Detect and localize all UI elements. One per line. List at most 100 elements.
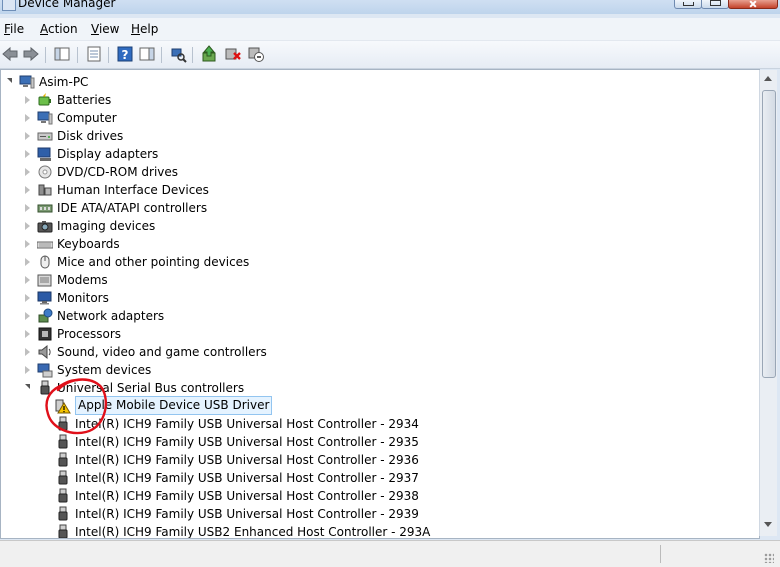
- computer-icon: [19, 74, 35, 90]
- update-driver-button[interactable]: [200, 45, 218, 63]
- expand-arrow-icon[interactable]: [25, 240, 30, 248]
- expand-arrow-icon[interactable]: [25, 312, 30, 320]
- status-separator: [660, 545, 661, 563]
- tree-node[interactable]: Monitors: [1, 289, 757, 307]
- show-action-pane-icon: [138, 47, 156, 66]
- tree-node-label: Keyboards: [57, 237, 120, 251]
- expand-arrow-icon[interactable]: [25, 258, 30, 266]
- collapse-arrow-icon[interactable]: [25, 384, 30, 389]
- tree-node[interactable]: Mice and other pointing devices: [1, 253, 757, 271]
- tree-node-label: IDE ATA/ATAPI controllers: [57, 201, 208, 215]
- collapse-arrow-icon[interactable]: [7, 78, 12, 83]
- tree-node-label: DVD/CD-ROM drives: [57, 165, 179, 179]
- tree-node[interactable]: IDE ATA/ATAPI controllers: [1, 199, 757, 217]
- scan-hardware-changes-button[interactable]: [169, 45, 187, 63]
- scroll-down-icon[interactable]: [764, 522, 772, 527]
- tree-node-label: Intel(R) ICH9 Family USB Universal Host …: [75, 417, 419, 431]
- show-hide-console-tree-icon: [53, 47, 71, 66]
- window-title: Device Manager: [18, 0, 116, 10]
- expand-arrow-icon[interactable]: [25, 348, 30, 356]
- title-bar: Device Manager: [0, 0, 780, 14]
- toolbar-separator: [192, 47, 193, 63]
- warning-icon: [55, 398, 71, 414]
- menu-action[interactable]: Action: [40, 22, 78, 36]
- tree-node-label: System devices: [57, 363, 152, 377]
- device-tree[interactable]: Asim-PC Batteries Computer Disk drives Displ…: [0, 69, 760, 539]
- usb-plug-icon: [55, 416, 71, 432]
- minimize-icon: [683, 2, 694, 6]
- menu-view[interactable]: View: [91, 22, 119, 36]
- scrollbar-thumb[interactable]: [762, 90, 776, 378]
- tree-node[interactable]: Keyboards: [1, 235, 757, 253]
- tree-node[interactable]: Network adapters: [1, 307, 757, 325]
- expand-arrow-icon[interactable]: [25, 222, 30, 230]
- scroll-up-icon[interactable]: [764, 76, 772, 81]
- show-hide-console-tree-button[interactable]: [53, 45, 71, 63]
- show-action-pane-button[interactable]: [138, 45, 156, 63]
- help-button[interactable]: ?: [116, 45, 134, 63]
- tree-node[interactable]: Disk drives: [1, 127, 757, 145]
- minimize-button[interactable]: [674, 0, 702, 9]
- menu-help[interactable]: Help: [131, 22, 158, 36]
- tree-node[interactable]: Sound, video and game controllers: [1, 343, 757, 361]
- tree-node-label: Intel(R) ICH9 Family USB Universal Host …: [75, 489, 419, 503]
- usb-plug-icon: [55, 506, 71, 522]
- tree-node[interactable]: System devices: [1, 361, 757, 379]
- expand-arrow-icon[interactable]: [25, 204, 30, 212]
- tree-node[interactable]: Processors: [1, 325, 757, 343]
- maximize-button[interactable]: [701, 0, 729, 9]
- tree-node[interactable]: Intel(R) ICH9 Family USB Universal Host …: [1, 415, 757, 433]
- forward-arrow-button[interactable]: [22, 45, 40, 63]
- tree-node[interactable]: Apple Mobile Device USB Driver: [1, 396, 757, 415]
- expand-arrow-icon[interactable]: [25, 186, 30, 194]
- tree-node-label: Intel(R) ICH9 Family USB2 Enhanced Host …: [75, 525, 431, 539]
- tree-node-label: Disk drives: [57, 129, 124, 143]
- expand-arrow-icon[interactable]: [25, 132, 30, 140]
- tree-node-label: Intel(R) ICH9 Family USB Universal Host …: [75, 507, 419, 521]
- device-manager-app-icon: [2, 0, 16, 11]
- properties-button[interactable]: [85, 45, 103, 63]
- expand-arrow-icon[interactable]: [25, 96, 30, 104]
- tree-node-label: Intel(R) ICH9 Family USB Universal Host …: [75, 471, 419, 485]
- resize-grip-icon[interactable]: [764, 553, 774, 563]
- tree-node[interactable]: Human Interface Devices: [1, 181, 757, 199]
- menu-file[interactable]: File: [4, 22, 24, 36]
- modem-icon: [37, 272, 53, 288]
- tree-node[interactable]: Intel(R) ICH9 Family USB Universal Host …: [1, 433, 757, 451]
- battery-icon: [37, 92, 53, 108]
- tree-node[interactable]: Intel(R) ICH9 Family USB2 Enhanced Host …: [1, 523, 757, 539]
- tree-node[interactable]: Universal Serial Bus controllers: [1, 379, 757, 397]
- tree-node[interactable]: Intel(R) ICH9 Family USB Universal Host …: [1, 487, 757, 505]
- expand-arrow-icon[interactable]: [25, 294, 30, 302]
- tree-node[interactable]: Computer: [1, 109, 757, 127]
- tree-node[interactable]: Intel(R) ICH9 Family USB Universal Host …: [1, 505, 757, 523]
- toolbar-separator: [161, 47, 162, 63]
- tree-node[interactable]: Imaging devices: [1, 217, 757, 235]
- tree-node[interactable]: Asim-PC: [1, 73, 757, 91]
- ide-controller-icon: [37, 200, 53, 216]
- back-arrow-button[interactable]: [1, 45, 19, 63]
- expand-arrow-icon[interactable]: [25, 276, 30, 284]
- tree-node[interactable]: Intel(R) ICH9 Family USB Universal Host …: [1, 451, 757, 469]
- vertical-scrollbar[interactable]: [759, 70, 777, 536]
- scan-hardware-changes-icon: [169, 48, 187, 66]
- expand-arrow-icon[interactable]: [25, 168, 30, 176]
- uninstall-device-button[interactable]: [224, 45, 242, 63]
- toolbar-separator: [77, 47, 78, 63]
- tree-node[interactable]: DVD/CD-ROM drives: [1, 163, 757, 181]
- tree-node-label: Network adapters: [57, 309, 165, 323]
- toolbar-separator: [45, 47, 46, 63]
- disable-device-button[interactable]: [247, 45, 265, 63]
- tree-node[interactable]: Batteries: [1, 91, 757, 109]
- expand-arrow-icon[interactable]: [25, 150, 30, 158]
- expand-arrow-icon[interactable]: [25, 114, 30, 122]
- tree-node[interactable]: Intel(R) ICH9 Family USB Universal Host …: [1, 469, 757, 487]
- expand-arrow-icon[interactable]: [25, 366, 30, 374]
- tree-node[interactable]: Display adapters: [1, 145, 757, 163]
- expand-arrow-icon[interactable]: [25, 330, 30, 338]
- close-button[interactable]: [728, 0, 778, 9]
- svg-text:?: ?: [122, 48, 129, 62]
- tree-node-label: Monitors: [57, 291, 109, 305]
- tree-node-label: Human Interface Devices: [57, 183, 209, 197]
- tree-node[interactable]: Modems: [1, 271, 757, 289]
